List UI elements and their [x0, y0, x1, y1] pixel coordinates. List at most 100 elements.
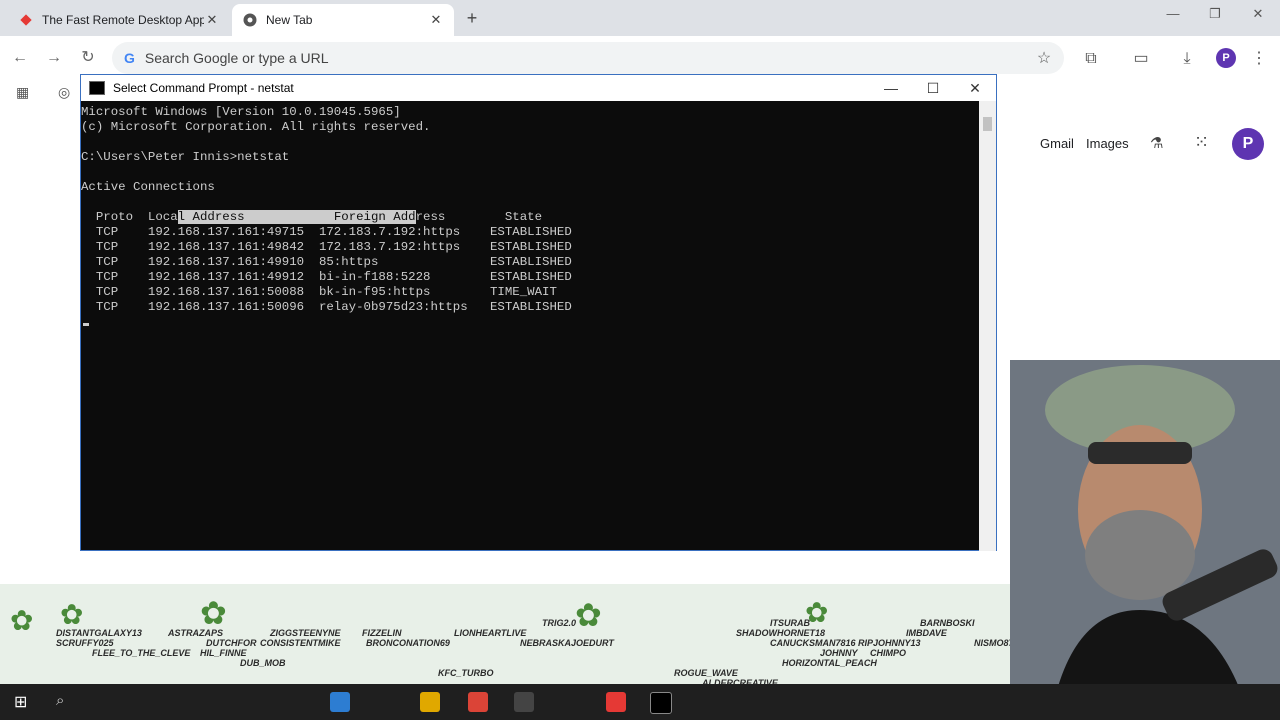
gmail-link[interactable]: Gmail	[1040, 136, 1074, 151]
search-icon[interactable]: ⌕	[56, 692, 64, 709]
table-row: TCP 192.168.137.161:49910 85:https ESTAB…	[81, 255, 572, 269]
console-line: Microsoft Windows [Version 10.0.19045.59…	[81, 105, 401, 119]
windows-start-icon[interactable]: ⊞	[14, 692, 27, 712]
anydesk-icon	[18, 12, 34, 28]
viewer-name: ZIGGSTEENYNE	[270, 628, 341, 638]
bookmark-star-icon[interactable]: ☆	[1033, 48, 1055, 70]
omnibox[interactable]: G Search Google or type a URL	[112, 42, 1064, 74]
images-link[interactable]: Images	[1086, 136, 1129, 151]
close-icon[interactable]: ✕	[428, 12, 444, 28]
leaf-icon: ✿	[60, 599, 84, 630]
header-text: ress State	[415, 210, 543, 224]
viewer-name: ROGUE_WAVE	[674, 668, 738, 678]
labs-flask-icon[interactable]: ⚗	[1150, 134, 1163, 152]
reload-icon[interactable]: ↻	[78, 48, 98, 68]
viewer-name: CANUCKSMAN7816	[770, 638, 856, 648]
minimize-icon[interactable]: —	[870, 80, 912, 96]
minimize-icon[interactable]: —	[1160, 6, 1186, 21]
viewer-name: LIONHEARTLIVE	[454, 628, 527, 638]
file-explorer-icon[interactable]	[420, 692, 440, 712]
camera-icon[interactable]	[514, 692, 534, 712]
chrome-icon	[242, 12, 258, 28]
viewer-name: SCRUFFY025	[56, 638, 114, 648]
viewer-name: SHADOWHORNET18	[736, 628, 826, 638]
extensions-icon[interactable]: ⧉	[1080, 48, 1102, 70]
scrollbar[interactable]	[979, 101, 996, 551]
windows-taskbar: ⊞ ⌕	[0, 684, 1280, 720]
tab-new-tab[interactable]: New Tab ✕	[232, 4, 454, 36]
viewer-name: KFC_TURBO	[438, 668, 494, 678]
viewer-name: HORIZONTAL_PEACH	[782, 658, 877, 668]
new-tab-button[interactable]: +	[462, 8, 482, 28]
command-prompt-window[interactable]: Select Command Prompt - netstat — ☐ ✕ Mi…	[80, 74, 997, 551]
window-title: Select Command Prompt - netstat	[113, 81, 294, 95]
viewer-name: BRONCONATION69	[366, 638, 450, 648]
webcam-feed	[1010, 360, 1280, 720]
apps-launcher-icon[interactable]: ⁙	[1194, 132, 1209, 153]
viewer-name: CHIMPO	[870, 648, 906, 658]
table-row: TCP 192.168.137.161:49715 172.183.7.192:…	[81, 225, 572, 239]
menu-icon[interactable]: ⋮	[1248, 48, 1270, 70]
window-titlebar[interactable]: Select Command Prompt - netstat — ☐ ✕	[81, 75, 996, 101]
maximize-icon[interactable]: ☐	[912, 80, 954, 97]
close-window-icon[interactable]: ✕	[1245, 6, 1271, 22]
cast-icon[interactable]: ▭	[1130, 48, 1152, 70]
console-output[interactable]: Microsoft Windows [Version 10.0.19045.59…	[81, 101, 981, 555]
selected-text: l Address Foreign Add	[177, 210, 416, 224]
copilot-icon[interactable]	[330, 692, 350, 712]
forward-icon[interactable]: →	[44, 48, 64, 68]
viewer-name: BARNBOSKI	[920, 618, 975, 628]
leaf-icon: ✿	[200, 595, 227, 631]
console-header-line: Proto Local Address Foreign Address Stat…	[81, 210, 981, 225]
apps-grid-icon[interactable]: ▦	[16, 84, 29, 101]
table-row: TCP 192.168.137.161:49842 172.183.7.192:…	[81, 240, 572, 254]
console-line: (c) Microsoft Corporation. All rights re…	[81, 120, 431, 134]
table-row: TCP 192.168.137.161:50088 bk-in-f95:http…	[81, 285, 557, 299]
viewer-name: DUTCHFOR	[206, 638, 257, 648]
google-g-icon: G	[124, 50, 135, 66]
viewer-name: JOHNNY	[820, 648, 858, 658]
tab-remote-desktop[interactable]: The Fast Remote Desktop Appl ✕	[8, 4, 230, 36]
chrome-shortcut-icon[interactable]: ◎	[58, 84, 70, 101]
table-row: TCP 192.168.137.161:49912 bi-in-f188:522…	[81, 270, 572, 284]
tab-label: New Tab	[266, 13, 313, 27]
console-line: C:\Users\Peter Innis>netstat	[81, 150, 290, 164]
console-line: Active Connections	[81, 180, 215, 194]
streamer-image	[1010, 360, 1280, 720]
terminal-taskbar-icon[interactable]	[650, 692, 672, 714]
viewer-name: IMBDAVE	[906, 628, 947, 638]
avatar[interactable]: P	[1216, 48, 1236, 68]
viewer-name: DUB_MOB	[240, 658, 286, 668]
close-icon[interactable]: ✕	[204, 12, 220, 28]
viewer-name: FLEE_TO_THE_CLEVE	[92, 648, 191, 658]
cmd-icon	[89, 81, 105, 95]
viewer-name: CONSISTENTMIKE	[260, 638, 341, 648]
cursor-caret	[83, 323, 89, 326]
viewer-name: ITSURAB	[770, 618, 810, 628]
viewer-name: DISTANTGALAXY13	[56, 628, 142, 638]
restore-icon[interactable]: ❐	[1202, 6, 1228, 22]
close-icon[interactable]: ✕	[954, 80, 996, 97]
viewer-name: FIZZELIN	[362, 628, 402, 638]
viewer-name: ASTRAZAPS	[168, 628, 224, 638]
leaf-icon: ✿	[10, 605, 34, 636]
chrome-taskbar-icon[interactable]	[468, 692, 488, 712]
viewer-name: RIPJOHNNY13	[858, 638, 921, 648]
omnibox-placeholder: Search Google or type a URL	[144, 50, 329, 66]
google-avatar[interactable]: P	[1232, 128, 1264, 160]
browser-tab-strip: The Fast Remote Desktop Appl ✕ New Tab ✕…	[0, 0, 1280, 36]
download-icon[interactable]: ⤓	[1176, 48, 1198, 70]
leaf-icon: ✿	[575, 597, 602, 633]
scrollbar-thumb[interactable]	[983, 117, 992, 131]
back-icon[interactable]: ←	[10, 48, 30, 68]
anydesk-taskbar-icon[interactable]	[606, 692, 626, 712]
viewer-name: NEBRASKAJOEDURT	[520, 638, 614, 648]
header-text: Proto Loca	[81, 210, 178, 224]
viewer-name: TRIG2.0	[542, 618, 577, 628]
viewer-name: HIL_FINNE	[200, 648, 247, 658]
table-row: TCP 192.168.137.161:50096 relay-0b975d23…	[81, 300, 572, 314]
tab-label: The Fast Remote Desktop Appl	[42, 13, 204, 27]
